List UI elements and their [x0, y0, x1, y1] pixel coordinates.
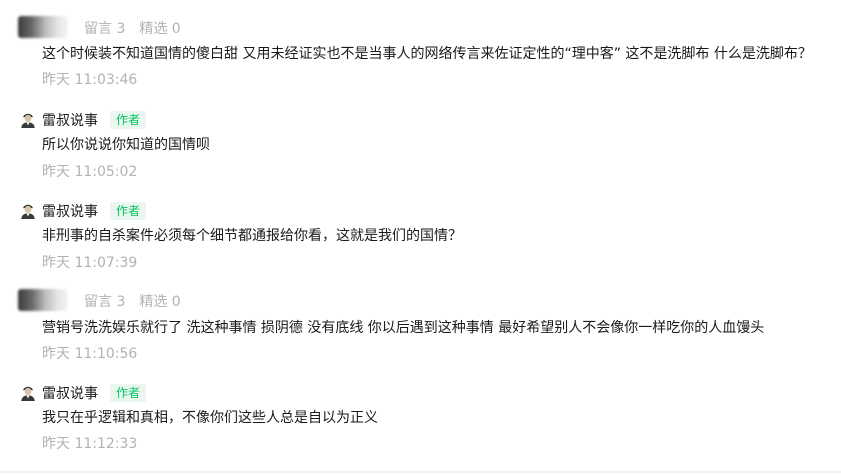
reader-meta: 留言 3 精选 0	[84, 291, 181, 311]
comment-time: 昨天 11:07:39	[42, 255, 138, 271]
comment-text: 我只在乎逻辑和真相，不像你们这些人总是自以为正义	[42, 410, 378, 426]
reader-avatar-blurred[interactable]	[18, 16, 68, 38]
reader-avatar-blurred[interactable]	[18, 289, 68, 311]
comment-time: 昨天 11:05:02	[42, 164, 138, 180]
comment-time: 昨天 11:10:56	[42, 346, 138, 362]
author-avatar-icon[interactable]	[18, 200, 38, 220]
author-badge: 作者	[110, 202, 147, 220]
comment-time: 昨天 11:03:46	[42, 72, 138, 88]
featured-count: 精选 0	[139, 294, 181, 310]
comment-text: 所以你说说你知道的国情呗	[42, 137, 210, 153]
author-badge: 作者	[110, 111, 147, 129]
comment-text: 营销号洗洗娱乐就行了 洗这种事情 损阴德 没有底线 你以后遇到这种事情 最好希望…	[42, 320, 765, 336]
comment-time: 昨天 11:12:33	[42, 436, 138, 452]
author-name: 雷叔说事	[42, 204, 98, 220]
author-badge: 作者	[110, 384, 147, 402]
message-count: 留言 3	[84, 294, 126, 310]
comment-text: 非刑事的自杀案件必须每个细节都通报给你看，这就是我们的国情？	[42, 228, 462, 244]
divider	[0, 471, 841, 473]
reader-meta: 留言 3 精选 0	[84, 18, 181, 38]
featured-count: 精选 0	[139, 21, 181, 37]
message-count: 留言 3	[84, 21, 126, 37]
author-avatar-icon[interactable]	[18, 382, 38, 402]
comment-text: 这个时候装不知道国情的傻白甜 又用未经证实也不是当事人的网络传言来佐证定性的“理…	[42, 46, 812, 62]
author-name: 雷叔说事	[42, 386, 98, 402]
author-avatar-icon[interactable]	[18, 109, 38, 129]
author-name: 雷叔说事	[42, 113, 98, 129]
